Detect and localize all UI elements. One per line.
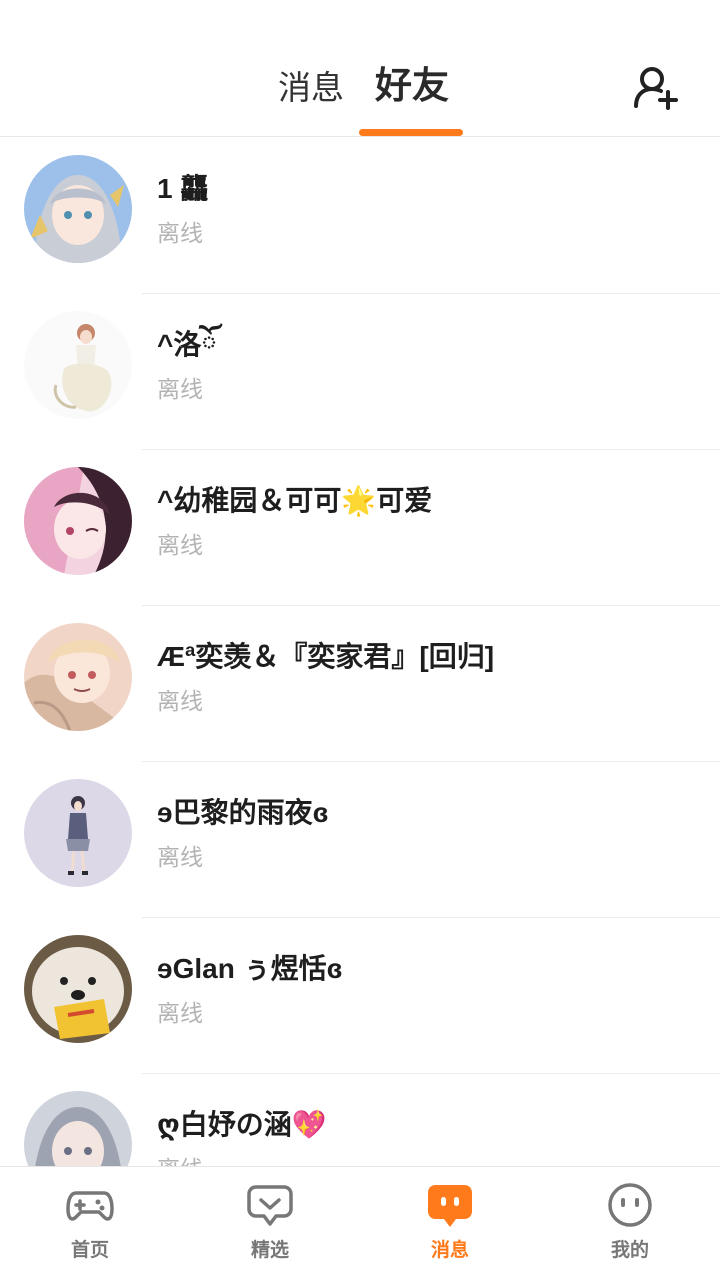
friend-name: ^幼稚园＆可可🌟可爱 bbox=[157, 485, 433, 516]
friend-row[interactable]: ღ白妤の涵💖 离线 bbox=[0, 1074, 720, 1166]
friend-name: 1 龘 bbox=[157, 173, 209, 204]
nav-label: 消息 bbox=[430, 1240, 469, 1261]
avatar bbox=[24, 311, 132, 419]
friend-row[interactable]: ɘ巴黎的雨夜ɞ 离线 bbox=[0, 762, 720, 918]
nav-messages[interactable]: 消息 bbox=[360, 1167, 540, 1280]
avatar bbox=[24, 1091, 132, 1166]
nav-label: 精选 bbox=[250, 1240, 289, 1261]
friend-list[interactable]: 1 龘 离线 ^洛ོ 离线 ^幼稚园＆可可🌟可爱 离线 Æª奕羡＆『奕家君』[回… bbox=[0, 138, 720, 1166]
nav-featured[interactable]: 精选 bbox=[180, 1167, 360, 1280]
friend-status: 离线 bbox=[157, 1153, 203, 1166]
friend-row[interactable]: ^幼稚园＆可可🌟可爱 离线 bbox=[0, 450, 720, 606]
avatar bbox=[24, 935, 132, 1043]
add-friend-button[interactable] bbox=[630, 62, 682, 114]
friend-name: ღ白妤の涵💖 bbox=[157, 1109, 327, 1140]
tab-messages[interactable]: 消息 bbox=[278, 66, 344, 110]
face-icon bbox=[608, 1183, 652, 1227]
avatar bbox=[24, 467, 132, 575]
avatar bbox=[24, 155, 132, 263]
active-tab-indicator bbox=[359, 129, 463, 136]
friend-status: 离线 bbox=[157, 688, 203, 714]
friend-row[interactable]: 1 龘 离线 bbox=[0, 138, 720, 294]
friend-status: 离线 bbox=[157, 376, 203, 402]
gamepad-icon bbox=[66, 1191, 114, 1221]
friend-name: ɘGlan ぅ煜恬ɞ bbox=[157, 953, 343, 984]
friend-row[interactable]: ɘGlan ぅ煜恬ɞ 离线 bbox=[0, 918, 720, 1074]
nav-label: 我的 bbox=[610, 1240, 649, 1261]
bottom-nav: 首页 精选 消息 我的 bbox=[0, 1166, 720, 1280]
heart-chat-icon bbox=[247, 1185, 293, 1226]
friend-status: 离线 bbox=[157, 844, 203, 870]
nav-home[interactable]: 首页 bbox=[0, 1167, 180, 1280]
friend-name: Æª奕羡＆『奕家君』[回归] bbox=[157, 641, 495, 672]
friend-row[interactable]: Æª奕羡＆『奕家君』[回归] 离线 bbox=[0, 606, 720, 762]
friend-status: 离线 bbox=[157, 1000, 203, 1026]
top-header: 消息 好友 bbox=[0, 0, 720, 137]
avatar bbox=[24, 623, 132, 731]
nav-profile[interactable]: 我的 bbox=[540, 1167, 720, 1280]
message-icon bbox=[428, 1185, 472, 1227]
friend-status: 离线 bbox=[157, 532, 203, 558]
friend-status: 离线 bbox=[157, 220, 203, 246]
nav-label: 首页 bbox=[70, 1240, 109, 1261]
friend-name: ɘ巴黎的雨夜ɞ bbox=[157, 797, 329, 828]
avatar bbox=[24, 779, 132, 887]
tab-friends[interactable]: 好友 bbox=[375, 64, 449, 108]
friend-name: ^洛ོ bbox=[157, 329, 217, 360]
add-friend-icon bbox=[634, 67, 678, 110]
friend-row[interactable]: ^洛ོ 离线 bbox=[0, 294, 720, 450]
